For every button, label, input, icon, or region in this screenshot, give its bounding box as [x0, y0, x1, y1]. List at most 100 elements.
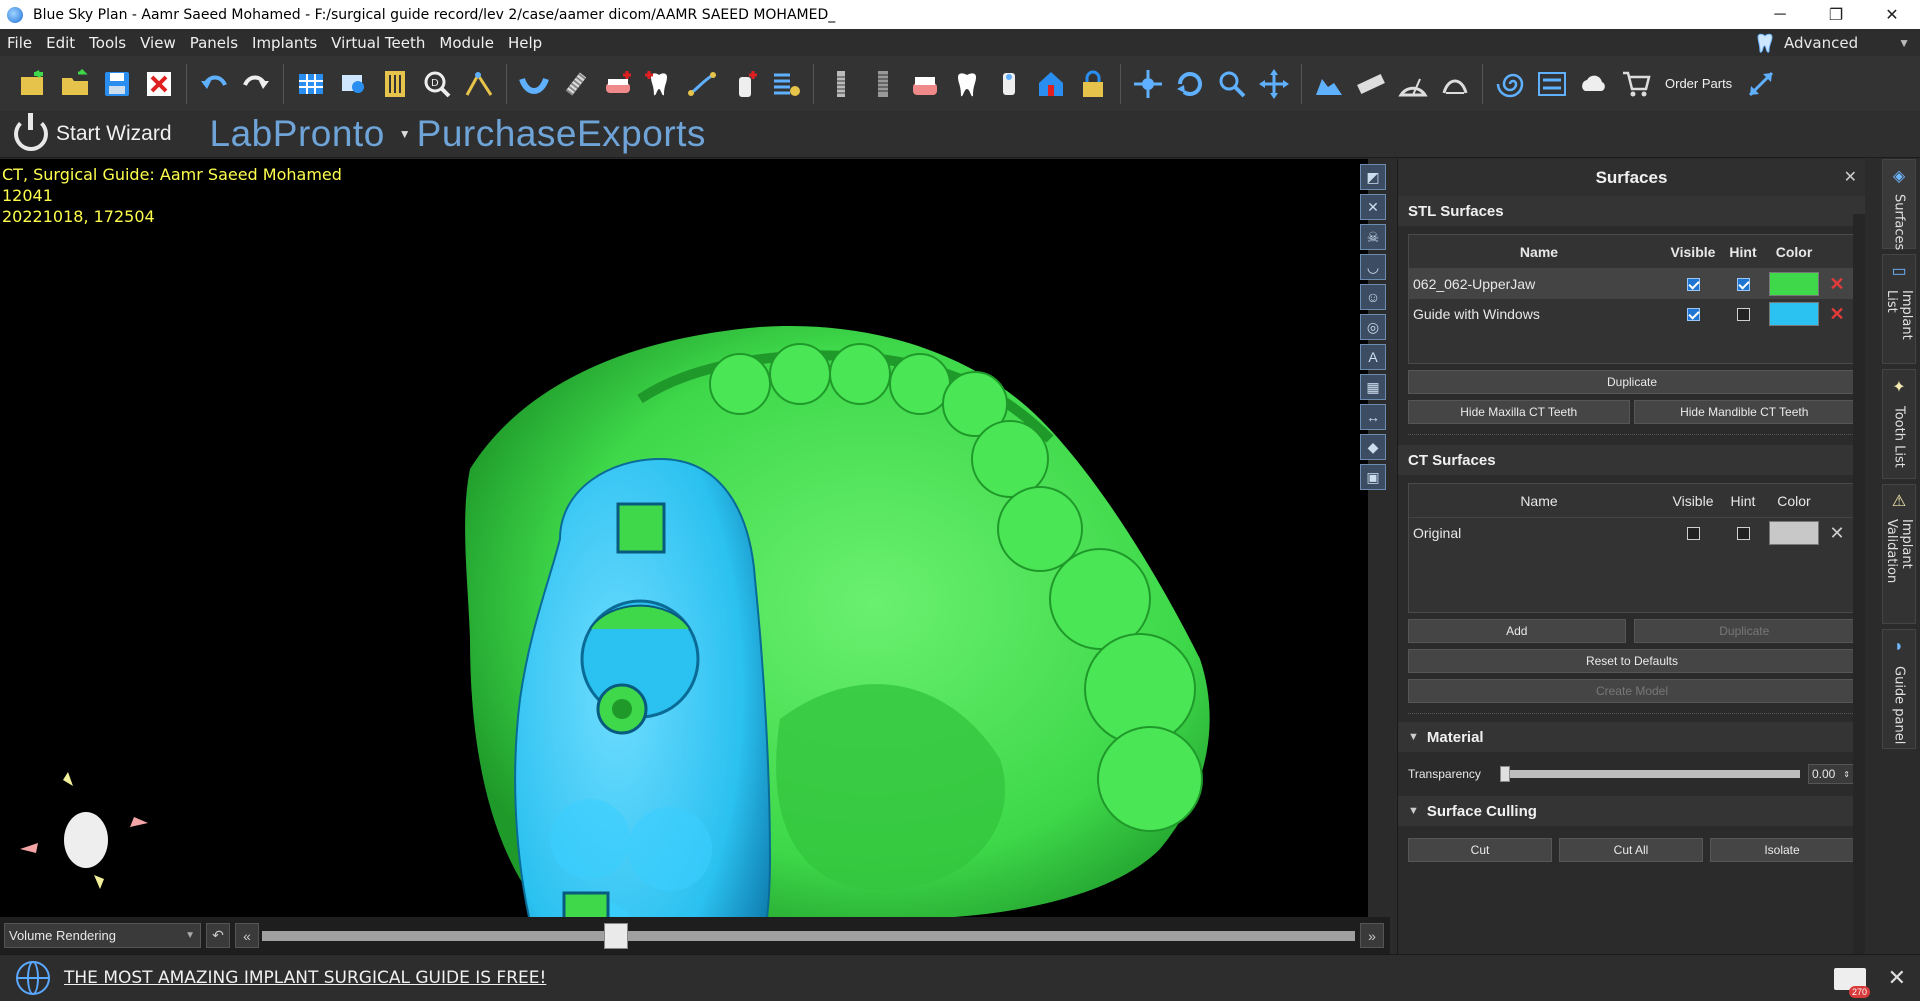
menu-help[interactable]: Help [501, 34, 549, 52]
material-heading[interactable]: ▼ Material [1398, 722, 1865, 752]
jaw-model-icon[interactable] [906, 65, 944, 103]
hide-mandible-button[interactable]: Hide Mandible CT Teeth [1633, 400, 1855, 424]
delete-icon[interactable]: ✕ [1823, 274, 1851, 295]
table-row[interactable]: 062_062-UpperJaw ✕ [1409, 269, 1855, 299]
implant-icon[interactable] [557, 65, 595, 103]
mail-icon[interactable]: 270 [1834, 968, 1870, 998]
cart-icon[interactable] [1617, 65, 1655, 103]
menu-edit[interactable]: Edit [39, 34, 82, 52]
histogram-icon[interactable] [1310, 65, 1348, 103]
menu-virtual-teeth[interactable]: Virtual Teeth [324, 34, 432, 52]
add-surface-button[interactable]: Add [1408, 619, 1626, 643]
panel-scrollbar[interactable] [1853, 214, 1865, 954]
sleeve-icon[interactable] [990, 65, 1028, 103]
visible-checkbox[interactable] [1686, 307, 1700, 321]
create-model-button[interactable]: Create Model [1408, 679, 1856, 703]
purchase-exports-link[interactable]: PurchaseExports [417, 113, 706, 155]
open-folder-icon[interactable] [56, 65, 94, 103]
nerve-icon[interactable] [683, 65, 721, 103]
menu-implants[interactable]: Implants [245, 34, 324, 52]
move-center-icon[interactable] [1129, 65, 1167, 103]
mode-selector[interactable]: Advanced ▼ [1754, 29, 1920, 56]
delete-icon[interactable]: ✕ [1823, 523, 1851, 544]
angle-icon[interactable] [1394, 65, 1432, 103]
scan-icon[interactable] [334, 65, 372, 103]
axial-view-icon[interactable]: ◩ [1360, 164, 1386, 190]
cross-section-icon[interactable]: ✕ [1360, 194, 1386, 220]
arch-view-icon[interactable]: ◡ [1360, 254, 1386, 280]
table-row[interactable]: Original ✕ [1409, 518, 1855, 548]
layout-icon[interactable] [292, 65, 330, 103]
table-row[interactable]: Guide with Windows ✕ [1409, 299, 1855, 329]
ds-icon[interactable]: ◆ [1360, 434, 1386, 460]
align-icon[interactable] [1533, 65, 1571, 103]
add-sleeve-icon[interactable] [725, 65, 763, 103]
implant-screw-icon[interactable] [822, 65, 860, 103]
color-swatch[interactable] [1769, 302, 1819, 326]
slice-slider[interactable] [262, 922, 1355, 949]
render-mode-select[interactable]: Volume Rendering ▼ [4, 923, 201, 948]
color-swatch[interactable] [1769, 272, 1819, 296]
implant-screw-alt-icon[interactable] [864, 65, 902, 103]
delete-icon[interactable]: ✕ [1823, 304, 1851, 325]
add-denture-icon[interactable] [599, 65, 637, 103]
tab-surfaces[interactable]: ◈ Surfaces [1882, 159, 1916, 250]
add-tooth-icon[interactable] [641, 65, 679, 103]
spiral-icon[interactable] [1491, 65, 1529, 103]
slider-next-button[interactable]: » [1360, 923, 1384, 948]
hint-checkbox[interactable] [1736, 277, 1750, 291]
guide-house-icon[interactable] [1032, 65, 1070, 103]
hint-checkbox[interactable] [1736, 307, 1750, 321]
cut-button[interactable]: Cut [1408, 838, 1552, 862]
cut-all-button[interactable]: Cut All [1559, 838, 1703, 862]
menu-tools[interactable]: Tools [82, 34, 133, 52]
chevron-down-icon[interactable]: ▼ [399, 127, 411, 141]
grid-icon[interactable]: ▦ [1360, 374, 1386, 400]
reset-view-button[interactable]: ↶ [206, 923, 230, 948]
order-parts-link[interactable]: Order Parts [1665, 76, 1732, 91]
path-tool-icon[interactable] [460, 65, 498, 103]
jaw-model-render[interactable] [0, 159, 1368, 917]
ruler-tool-icon[interactable] [376, 65, 414, 103]
rotate-icon[interactable] [1171, 65, 1209, 103]
transparency-slider[interactable] [1500, 766, 1800, 782]
cloud-icon[interactable] [1575, 65, 1613, 103]
target-icon[interactable]: ◎ [1360, 314, 1386, 340]
measure-ruler-icon[interactable] [1352, 65, 1390, 103]
3d-viewport[interactable]: CT, Surgical Guide: Aamr Saeed Mohamed 1… [0, 159, 1368, 917]
new-case-icon[interactable] [14, 65, 52, 103]
tooth-icon[interactable] [948, 65, 986, 103]
minimize-button[interactable]: ─ [1752, 0, 1808, 29]
close-icon[interactable]: ✕ [1888, 965, 1906, 991]
arc-icon[interactable] [1436, 65, 1474, 103]
skull-icon[interactable]: ☠ [1360, 224, 1386, 250]
zoom-icon[interactable] [1213, 65, 1251, 103]
tab-tooth-list[interactable]: ✦ Tooth List [1882, 369, 1916, 479]
arch-icon[interactable] [515, 65, 553, 103]
transparency-slider-thumb[interactable] [1500, 766, 1510, 782]
transparency-spinbox[interactable]: 0.00 ⇕ [1808, 764, 1854, 784]
menu-file[interactable]: File [0, 34, 39, 52]
tab-implant-validation[interactable]: ⚠ Implant Validation [1882, 484, 1916, 624]
maximize-button[interactable]: ❐ [1808, 0, 1864, 29]
camera-icon[interactable]: ▣ [1360, 464, 1386, 490]
slice-slider-thumb[interactable] [604, 922, 628, 949]
annotation-icon[interactable]: A [1360, 344, 1386, 370]
pan-icon[interactable] [1255, 65, 1293, 103]
labpronto-link[interactable]: LabPronto [210, 113, 385, 155]
undo-icon[interactable] [195, 65, 233, 103]
start-wizard-button[interactable]: Start Wizard [14, 113, 172, 151]
close-case-icon[interactable] [140, 65, 178, 103]
color-swatch[interactable] [1769, 521, 1819, 545]
close-button[interactable]: ✕ [1864, 0, 1920, 29]
face-icon[interactable]: ☺ [1360, 284, 1386, 310]
hide-maxilla-button[interactable]: Hide Maxilla CT Teeth [1408, 400, 1630, 424]
lock-icon[interactable] [1074, 65, 1112, 103]
save-icon[interactable] [98, 65, 136, 103]
redo-icon[interactable] [237, 65, 275, 103]
reset-defaults-button[interactable]: Reset to Defaults [1408, 649, 1856, 673]
menu-view[interactable]: View [133, 34, 183, 52]
dicom-icon[interactable]: D [418, 65, 456, 103]
orientation-cube-icon[interactable] [20, 772, 148, 889]
slider-prev-button[interactable]: « [235, 923, 259, 948]
